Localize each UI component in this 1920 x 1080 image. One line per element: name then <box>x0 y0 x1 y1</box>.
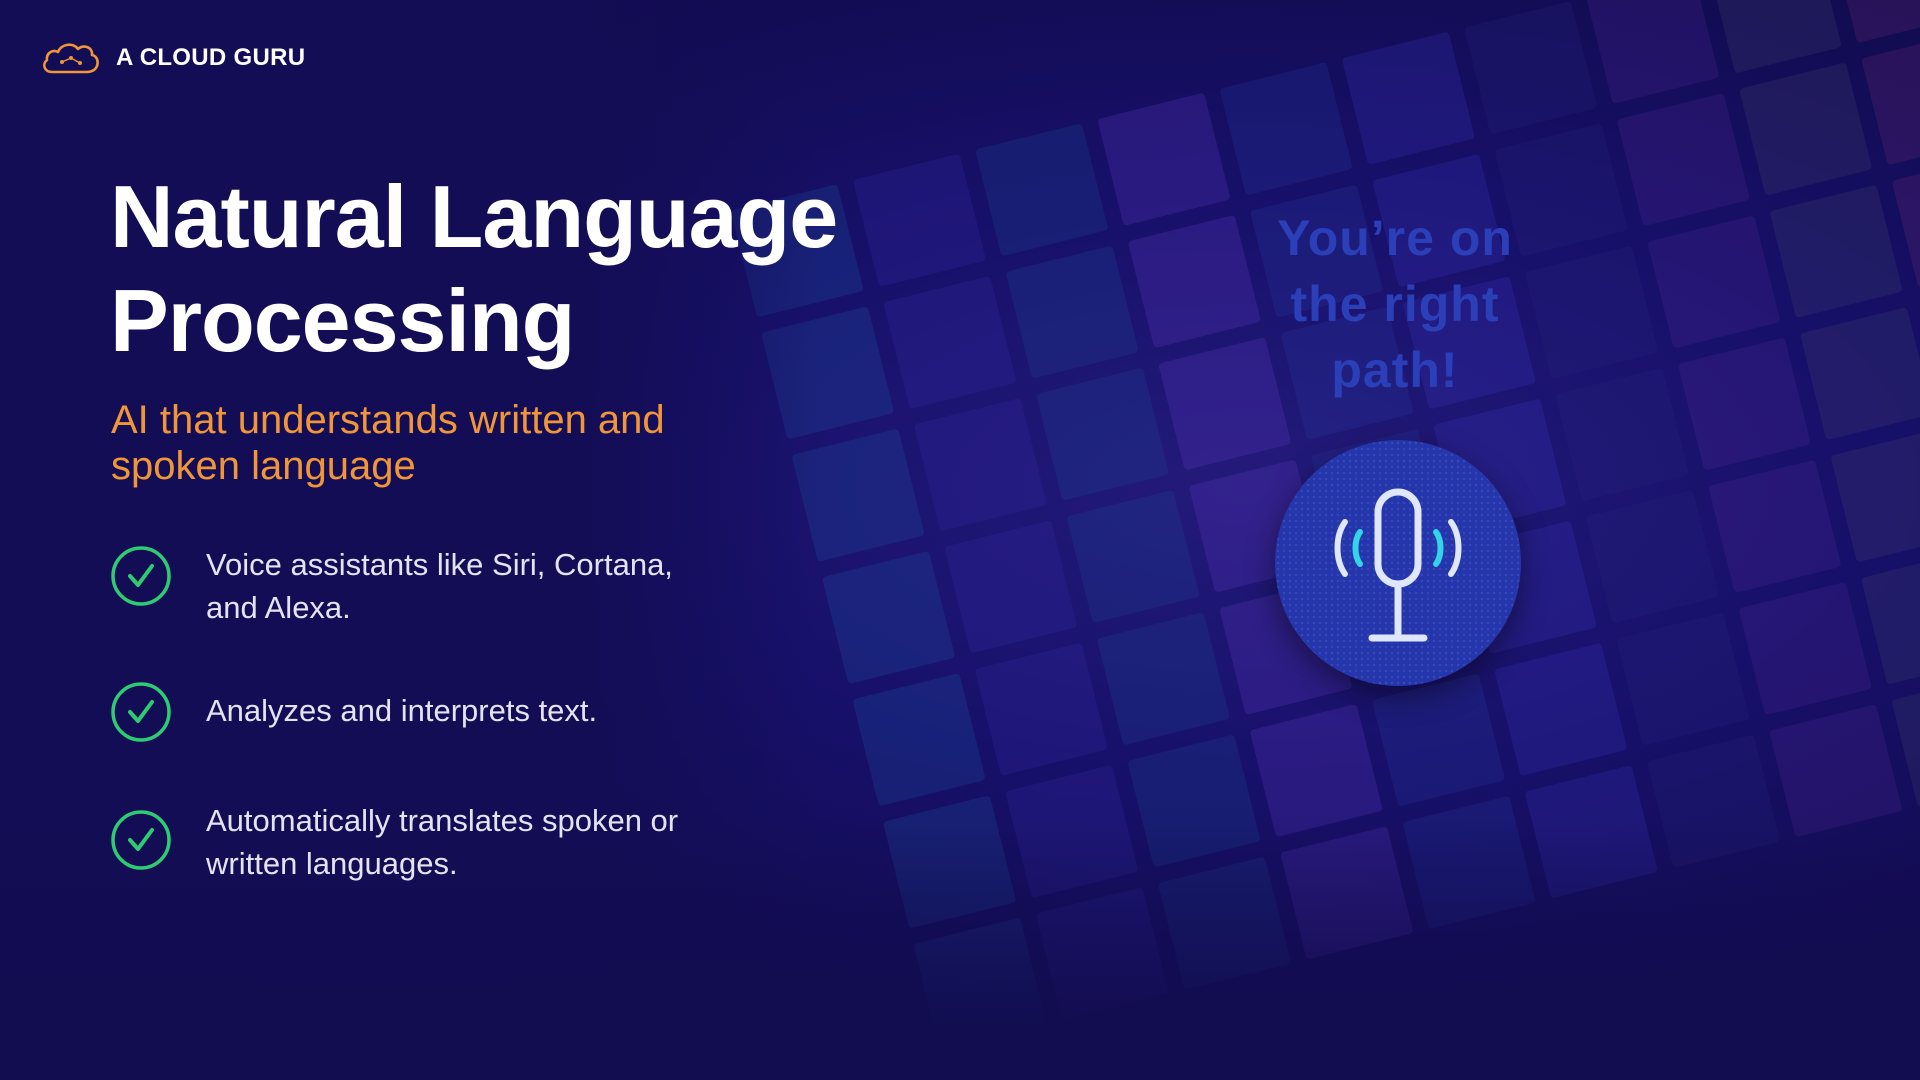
subtitle: AI that understands written and spoken l… <box>111 398 665 488</box>
background-tile <box>1005 245 1139 379</box>
background-tile <box>1738 62 1873 196</box>
background-tile <box>852 153 987 287</box>
background-tile <box>791 428 925 562</box>
background-tile <box>1463 1 1598 135</box>
background-fade-left <box>0 0 820 1080</box>
background-tile <box>1891 154 1920 288</box>
background-tile <box>1708 0 1842 74</box>
background-tile <box>821 550 956 685</box>
background-tile <box>1035 887 1169 1021</box>
background-tile <box>1677 337 1812 471</box>
bullet-text-line-2: written languages. <box>206 846 458 881</box>
background-tile <box>1616 92 1751 227</box>
bullet-text-line-2: and Alexa. <box>206 590 351 625</box>
background-tile <box>1096 612 1231 746</box>
background-tile <box>913 917 1047 1051</box>
background-tile <box>1646 734 1781 868</box>
check-circle-icon <box>111 546 171 606</box>
background-tile <box>1524 765 1658 899</box>
title-line-2: Processing <box>110 271 575 370</box>
background-tile <box>1830 0 1920 44</box>
background-tile <box>944 520 1078 654</box>
tagline: You’re on the right path! <box>1195 205 1595 403</box>
bullet-item: Analyzes and interprets text. <box>110 681 766 743</box>
background-tile <box>1127 734 1261 868</box>
background-tile <box>1341 31 1476 165</box>
bullet-text-line-1: Automatically translates spoken or <box>206 803 679 838</box>
background-tile <box>1157 856 1292 990</box>
background-tile <box>974 123 1109 257</box>
background-tile <box>1249 703 1383 838</box>
bullet-text: Voice assistants like Siri, Cortana, and… <box>206 543 766 629</box>
background-tile <box>883 275 1017 410</box>
background-tile <box>1769 184 1903 319</box>
background-tile <box>1738 581 1872 716</box>
microphone-badge <box>1275 440 1521 686</box>
background-tile <box>1035 367 1170 501</box>
background-tile <box>882 795 1017 929</box>
bullet-text: Automatically translates spoken or writt… <box>206 799 766 885</box>
check-circle-icon <box>111 810 171 870</box>
bullet-text-line-1: Voice assistants like Siri, Cortana, <box>206 547 673 582</box>
title-line-1: Natural Language <box>110 167 838 266</box>
background-tile <box>1219 62 1353 196</box>
background-tile <box>1402 795 1536 929</box>
background-tile <box>852 673 986 807</box>
background-tile <box>1585 490 1720 624</box>
background-tile <box>1066 489 1200 624</box>
background-tile <box>1769 704 1903 838</box>
tagline-line-3: path! <box>1331 342 1459 398</box>
background-tile <box>1586 0 1720 104</box>
background-tile <box>1005 764 1139 899</box>
background-tile <box>913 398 1048 532</box>
microphone-icon <box>1334 488 1462 642</box>
tagline-line-1: You’re on <box>1277 210 1513 266</box>
bullet-text-line-1: Analyzes and interprets text. <box>206 693 598 728</box>
slide: A CLOUD GURU Natural Language Processing… <box>0 0 1920 1080</box>
background-tile <box>1799 306 1920 441</box>
background-tile <box>1616 612 1750 746</box>
cloud-logo-icon <box>42 43 99 74</box>
background-tile <box>1371 673 1506 807</box>
background-tile <box>1647 215 1781 349</box>
background-tile <box>1861 31 1920 166</box>
page-title: Natural Language Processing <box>110 165 870 373</box>
background-tile <box>974 642 1108 776</box>
background-tile <box>1708 459 1842 594</box>
background-tile <box>1891 673 1920 808</box>
background-tile <box>1280 826 1414 960</box>
bullet-item: Voice assistants like Siri, Cortana, and… <box>110 545 766 629</box>
background-tile <box>1830 429 1920 563</box>
tagline-line-2: the right <box>1290 276 1500 332</box>
brand-logo[interactable]: A CLOUD GURU <box>40 38 305 78</box>
check-circle-icon <box>111 682 171 742</box>
background-tile <box>1860 551 1920 685</box>
bullet-item: Automatically translates spoken or writt… <box>110 803 766 885</box>
brand-name: A CLOUD GURU <box>116 44 306 71</box>
bullet-text: Analyzes and interprets text. <box>206 689 766 732</box>
